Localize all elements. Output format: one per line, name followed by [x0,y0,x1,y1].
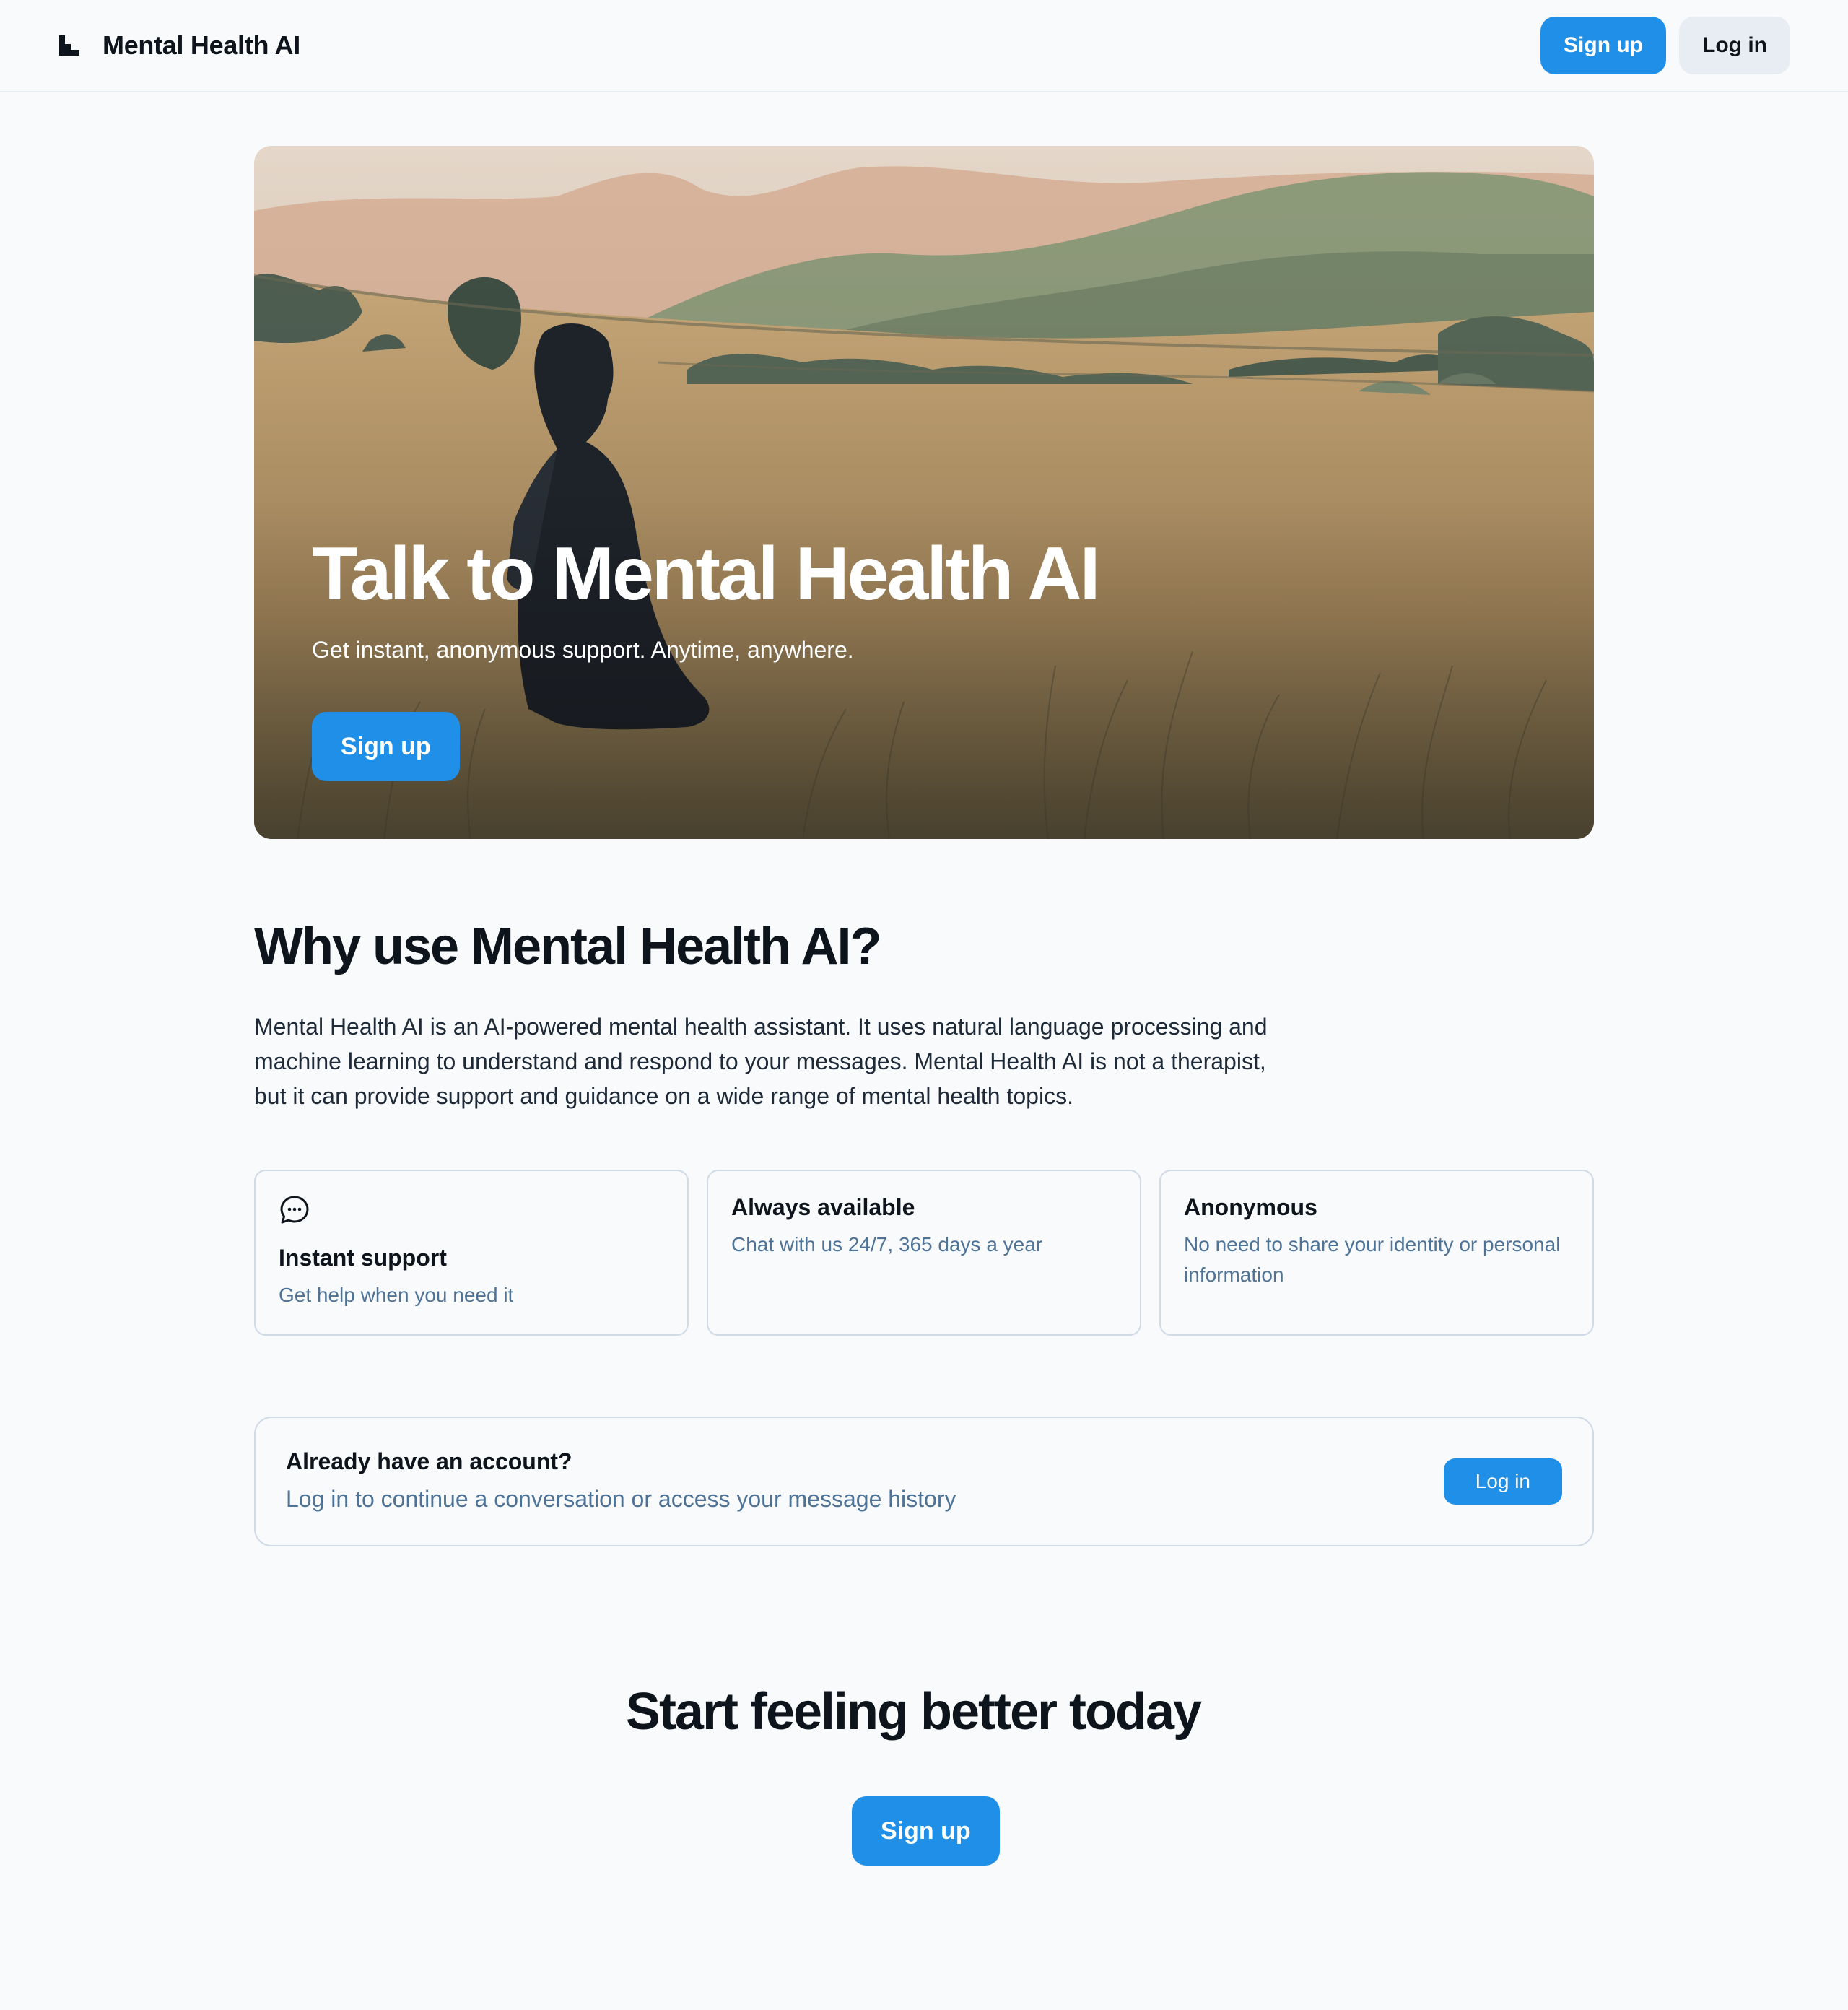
brand[interactable]: Mental Health AI [58,30,300,61]
header-signup-button[interactable]: Sign up [1540,17,1667,74]
why-section-description: Mental Health AI is an AI-powered mental… [254,1014,1268,1109]
account-title: Already have an account? [286,1448,572,1474]
hero-signup-button[interactable]: Sign up [312,712,460,781]
feature-text: Chat with us 24/7, 365 days a year [731,1233,1043,1256]
account-text: Log in to continue a conversation or acc… [286,1486,956,1512]
hero-title: Talk to Mental Health AI [312,532,1100,616]
existing-account-panel: Already have an account? Log in to conti… [254,1417,1594,1546]
feature-title: Instant support [279,1245,447,1271]
brand-name: Mental Health AI [103,30,300,60]
hero-subtitle: Get instant, anonymous support. Anytime,… [312,637,854,664]
header-actions: Sign up Log in [1540,17,1790,74]
feature-cards: Instant support Get help when you need i… [254,1170,1594,1336]
feature-card-instant-support: Instant support Get help when you need i… [254,1170,689,1336]
feature-title: Always available [731,1194,915,1220]
cta-title: Start feeling better today [625,1683,1202,1741]
feature-card-always-available: Always available Chat with us 24/7, 365 … [707,1170,1141,1336]
feature-text: Get help when you need it [279,1284,514,1306]
stair-logo-icon [59,35,79,56]
feature-card-anonymous: Anonymous No need to share your identity… [1159,1170,1594,1336]
hero-banner: Talk to Mental Health AI Get instant, an… [254,146,1594,839]
account-login-button[interactable]: Log in [1443,1458,1562,1505]
why-section-title: Why use Mental Health AI? [254,918,881,975]
feature-title: Anonymous [1184,1194,1317,1220]
chat-bubble-icon [280,1196,309,1224]
feature-text: No need to share your identity or person… [1184,1233,1561,1286]
header-login-button[interactable]: Log in [1679,17,1790,74]
top-navbar: Mental Health AI Sign up Log in [0,0,1848,92]
cta-signup-button[interactable]: Sign up [852,1796,1000,1866]
hero-text: Talk to Mental Health AI Get instant, an… [312,533,1322,664]
